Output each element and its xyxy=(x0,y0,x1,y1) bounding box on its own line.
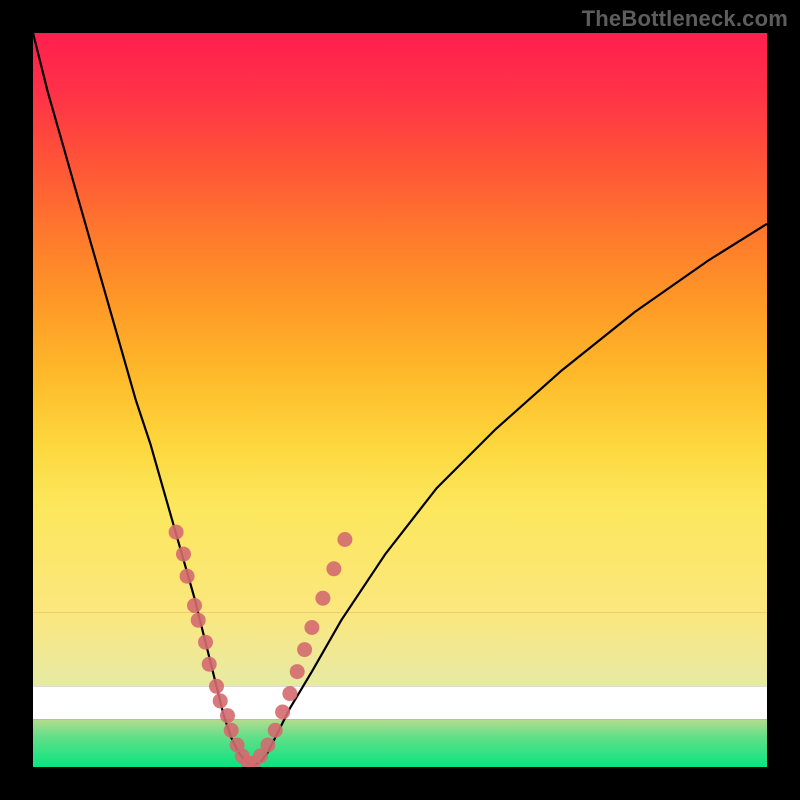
data-marker xyxy=(282,686,297,701)
data-marker xyxy=(290,664,305,679)
data-marker xyxy=(220,708,235,723)
data-marker xyxy=(180,569,195,584)
data-marker xyxy=(304,620,319,635)
data-marker xyxy=(176,547,191,562)
green-band xyxy=(33,719,767,767)
plot-area xyxy=(33,33,767,767)
data-marker xyxy=(213,693,228,708)
plot-svg xyxy=(33,33,767,767)
data-marker xyxy=(275,705,290,720)
data-marker xyxy=(191,613,206,628)
data-marker xyxy=(187,598,202,613)
white-gap xyxy=(33,686,767,719)
data-marker xyxy=(326,561,341,576)
gradient-background xyxy=(33,33,767,613)
yellow-band xyxy=(33,613,767,686)
data-marker xyxy=(315,591,330,606)
data-marker xyxy=(260,738,275,753)
data-marker xyxy=(224,723,239,738)
data-marker xyxy=(297,642,312,657)
data-marker xyxy=(202,657,217,672)
data-marker xyxy=(337,532,352,547)
watermark-text: TheBottleneck.com xyxy=(582,6,788,32)
data-marker xyxy=(169,525,184,540)
data-marker xyxy=(198,635,213,650)
chart-frame: TheBottleneck.com xyxy=(0,0,800,800)
data-marker xyxy=(209,679,224,694)
data-marker xyxy=(268,723,283,738)
